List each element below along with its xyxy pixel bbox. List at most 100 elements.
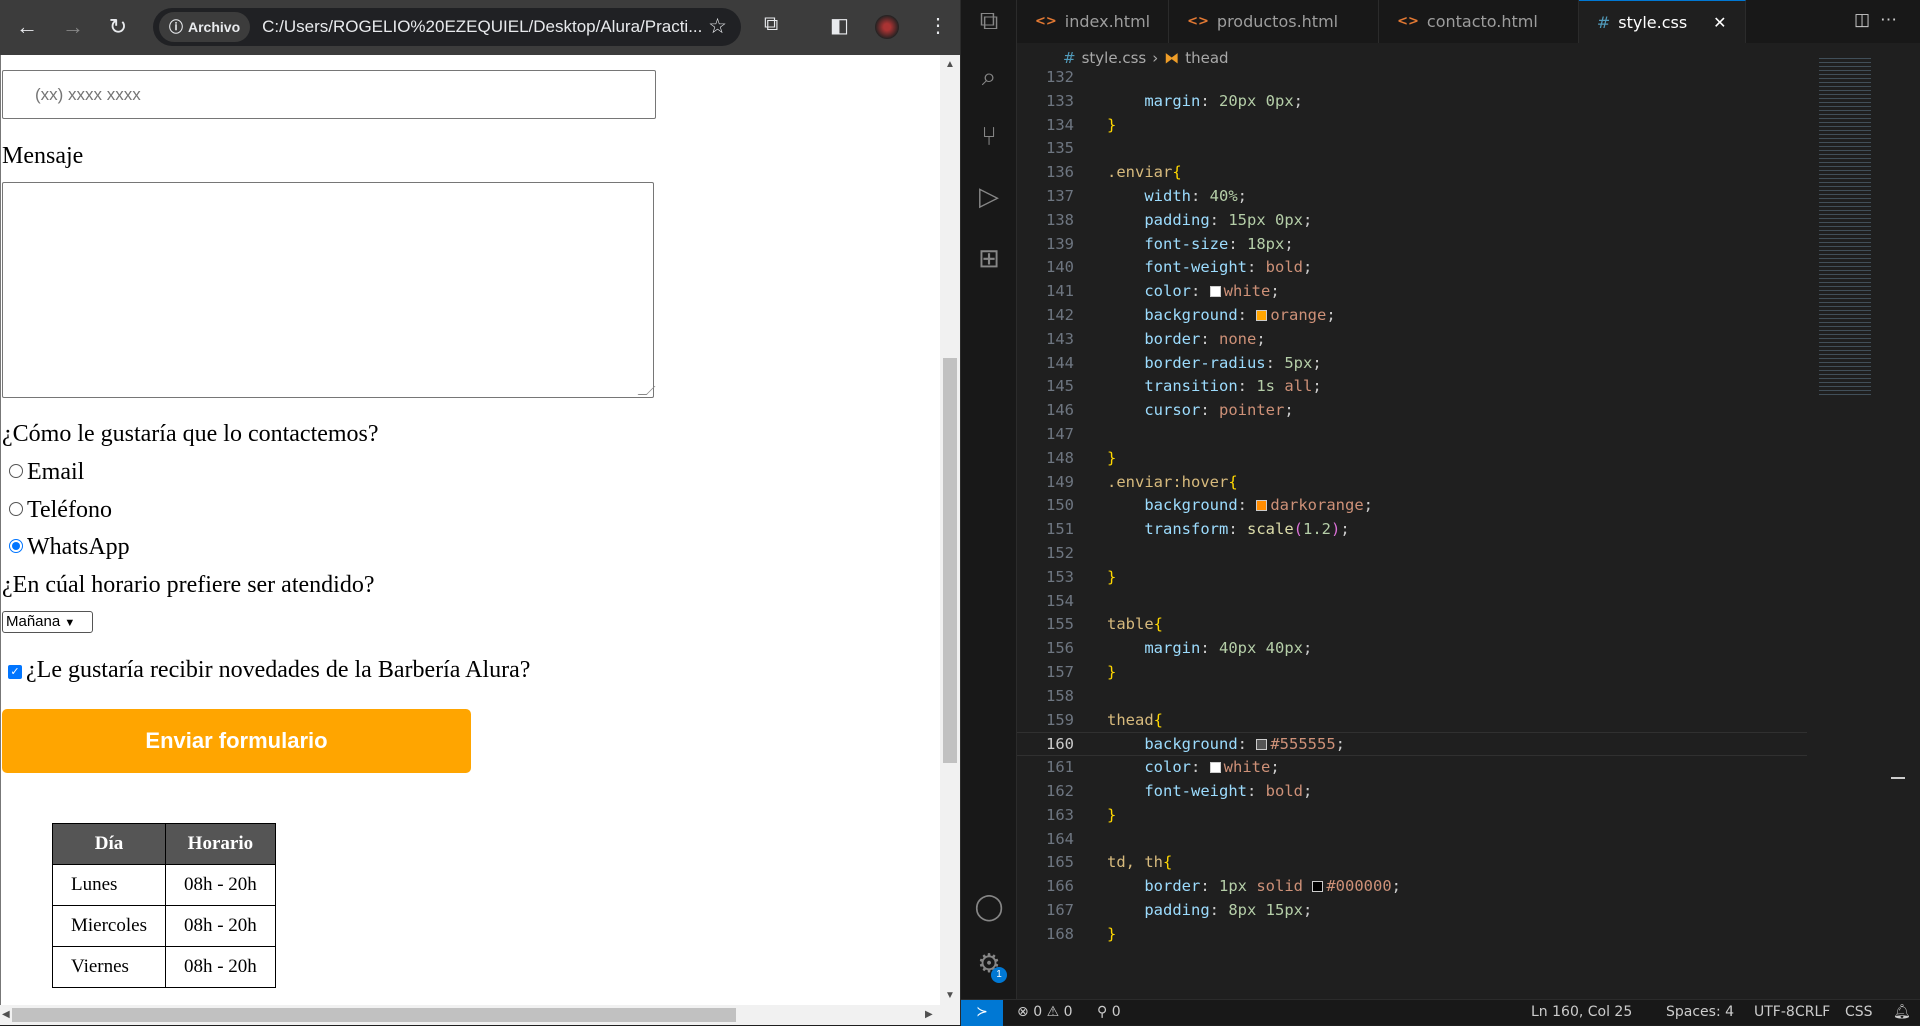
line-ending[interactable]: CRLF: [1795, 1004, 1830, 1020]
code-line[interactable]: 161 color: white;: [1017, 756, 1807, 780]
menu-kebab-icon[interactable]: ⋮: [928, 13, 948, 38]
split-editor-icon[interactable]: ◫: [1854, 10, 1880, 29]
tab-contacto-html[interactable]: <> contacto.html: [1379, 0, 1579, 43]
radio-button-selected[interactable]: [9, 539, 23, 553]
color-swatch-icon[interactable]: [1209, 286, 1221, 298]
code-line[interactable]: 140 font-weight: bold;: [1017, 256, 1807, 280]
radio-telefono[interactable]: Teléfono: [1, 497, 112, 524]
forward-icon[interactable]: →: [60, 14, 86, 40]
color-swatch-icon[interactable]: [1312, 881, 1324, 893]
close-icon[interactable]: ✕: [1713, 13, 1726, 32]
scrollbar-thumb[interactable]: [943, 358, 957, 763]
tab-index-html[interactable]: <> index.html: [1017, 0, 1170, 43]
code-line[interactable]: 136 .enviar{: [1017, 161, 1807, 185]
code-line[interactable]: 151 transform: scale(1.2);: [1017, 518, 1807, 542]
code-line[interactable]: 162 font-weight: bold;: [1017, 780, 1807, 804]
code-line[interactable]: 163}: [1017, 804, 1807, 828]
code-line[interactable]: 138 padding: 15px 0px;: [1017, 209, 1807, 233]
back-icon[interactable]: ←: [14, 14, 40, 40]
code-line[interactable]: 142 background: orange;: [1017, 304, 1807, 328]
tab-productos-html[interactable]: <> productos.html: [1169, 0, 1380, 43]
address-bar[interactable]: ⓘ Archivo C:/Users/ROGELIO%20EZEQUIEL/Des…: [153, 8, 741, 46]
color-swatch-icon[interactable]: [1256, 739, 1268, 751]
source-control-icon[interactable]: ⑂: [971, 118, 1007, 154]
code-line[interactable]: 148}: [1017, 447, 1807, 471]
code-line[interactable]: 141 color: white;: [1017, 280, 1807, 304]
code-line[interactable]: 154: [1017, 590, 1807, 614]
color-swatch-icon[interactable]: [1256, 310, 1268, 321]
code-line[interactable]: 133 margin: 20px 0px;: [1017, 90, 1807, 114]
code-line[interactable]: 166 border: 1px solid #000000;: [1017, 875, 1807, 899]
code-line[interactable]: 149 .enviar:hover{: [1017, 471, 1807, 495]
code-line[interactable]: 153}: [1017, 566, 1807, 590]
code-line[interactable]: 164: [1017, 828, 1807, 852]
code-line[interactable]: 134}: [1017, 114, 1807, 138]
code-line[interactable]: 155 table{: [1017, 613, 1807, 637]
reload-icon[interactable]: ↻: [105, 14, 131, 40]
horizontal-scrollbar[interactable]: ◀ ▶: [0, 1005, 960, 1025]
radio-button[interactable]: [9, 464, 23, 478]
encoding[interactable]: UTF-8: [1754, 1004, 1795, 1020]
code-line[interactable]: 135: [1017, 137, 1807, 161]
submit-button[interactable]: Enviar formulario: [2, 709, 471, 773]
radio-email[interactable]: Email: [1, 459, 84, 486]
radio-button[interactable]: [9, 502, 23, 516]
profile-avatar[interactable]: [875, 15, 899, 39]
message-textarea[interactable]: [2, 182, 654, 398]
more-actions-icon[interactable]: ⋯: [1880, 10, 1907, 29]
schedule-select[interactable]: Mañana ▼: [2, 611, 93, 633]
code-line[interactable]: 165 td, th{: [1017, 851, 1807, 875]
code-line[interactable]: 157}: [1017, 661, 1807, 685]
code-line[interactable]: 168}: [1017, 923, 1807, 947]
extensions-icon[interactable]: ⊞: [971, 240, 1007, 276]
run-debug-icon[interactable]: ▷: [971, 178, 1007, 214]
code-line[interactable]: 144 border-radius: 5px;: [1017, 352, 1807, 376]
code-line[interactable]: 159 thead{: [1017, 709, 1807, 733]
code-line[interactable]: 132: [1017, 66, 1807, 90]
code-line[interactable]: 147: [1017, 423, 1807, 447]
code-line[interactable]: 139 font-size: 18px;: [1017, 233, 1807, 257]
code-line[interactable]: 152: [1017, 542, 1807, 566]
newsletter-option[interactable]: ✓ ¿Le gustaría recibir novedades de la Ba…: [1, 657, 530, 684]
tab-style-css[interactable]: # style.css ✕: [1578, 0, 1746, 43]
code-line[interactable]: 137 width: 40%;: [1017, 185, 1807, 209]
code-line[interactable]: 156 margin: 40px 40px;: [1017, 637, 1807, 661]
breadcrumb-symbol[interactable]: thead: [1185, 49, 1228, 67]
minimap[interactable]: [1819, 56, 1871, 396]
code-line[interactable]: 160 background: #555555;: [1017, 732, 1807, 757]
editor-scrollbar[interactable]: [1891, 73, 1905, 999]
vertical-scrollbar[interactable]: ▲ ▼: [940, 55, 960, 1005]
code-editor[interactable]: 132 133 margin: 20px 0px; 134} 135 136 .envia…: [1017, 66, 1857, 996]
remote-icon[interactable]: ≻: [961, 1000, 1003, 1026]
ports-indicator[interactable]: ⚲ 0: [1097, 1004, 1121, 1020]
scroll-up-icon[interactable]: ▲: [945, 59, 955, 70]
code-line[interactable]: 146 cursor: pointer;: [1017, 399, 1807, 423]
problems-indicator[interactable]: ⊗ 0 ⚠ 0: [1017, 1004, 1073, 1020]
extensions-icon[interactable]: ⧉: [764, 13, 778, 36]
indentation[interactable]: Spaces: 4: [1666, 1004, 1734, 1020]
color-swatch-icon[interactable]: [1256, 500, 1268, 512]
breadcrumb-file[interactable]: style.css: [1082, 49, 1147, 67]
code-line[interactable]: 143 border: none;: [1017, 328, 1807, 352]
site-info-chip[interactable]: ⓘ Archivo: [159, 12, 251, 42]
url-text[interactable]: C:/Users/ROGELIO%20EZEQUIEL/Desktop/Alur…: [262, 17, 702, 37]
phone-input[interactable]: (xx) xxxx xxxx: [2, 70, 656, 119]
explorer-icon[interactable]: ⧉: [971, 2, 1007, 38]
accounts-icon[interactable]: ◯: [971, 888, 1007, 924]
scroll-right-icon[interactable]: ▶: [925, 1009, 933, 1020]
search-icon[interactable]: ⌕: [971, 58, 1007, 94]
scrollbar-thumb[interactable]: [12, 1008, 736, 1022]
bookmark-star-icon[interactable]: ☆: [708, 14, 727, 39]
radio-whatsapp[interactable]: WhatsApp: [1, 534, 130, 561]
cursor-position[interactable]: Ln 160, Col 25: [1531, 1004, 1632, 1020]
language-mode[interactable]: CSS: [1845, 1004, 1873, 1020]
code-line[interactable]: 158: [1017, 685, 1807, 709]
code-line[interactable]: 167 padding: 8px 15px;: [1017, 899, 1807, 923]
side-panel-icon[interactable]: ◧: [830, 13, 849, 38]
scroll-left-icon[interactable]: ◀: [2, 1009, 10, 1020]
color-swatch-icon[interactable]: [1209, 762, 1221, 774]
newsletter-checkbox[interactable]: ✓: [8, 665, 22, 679]
notifications-bell-icon[interactable]: 🔔︎: [1893, 1004, 1911, 1020]
scroll-down-icon[interactable]: ▼: [945, 990, 955, 1001]
code-line[interactable]: 150 background: darkorange;: [1017, 494, 1807, 518]
